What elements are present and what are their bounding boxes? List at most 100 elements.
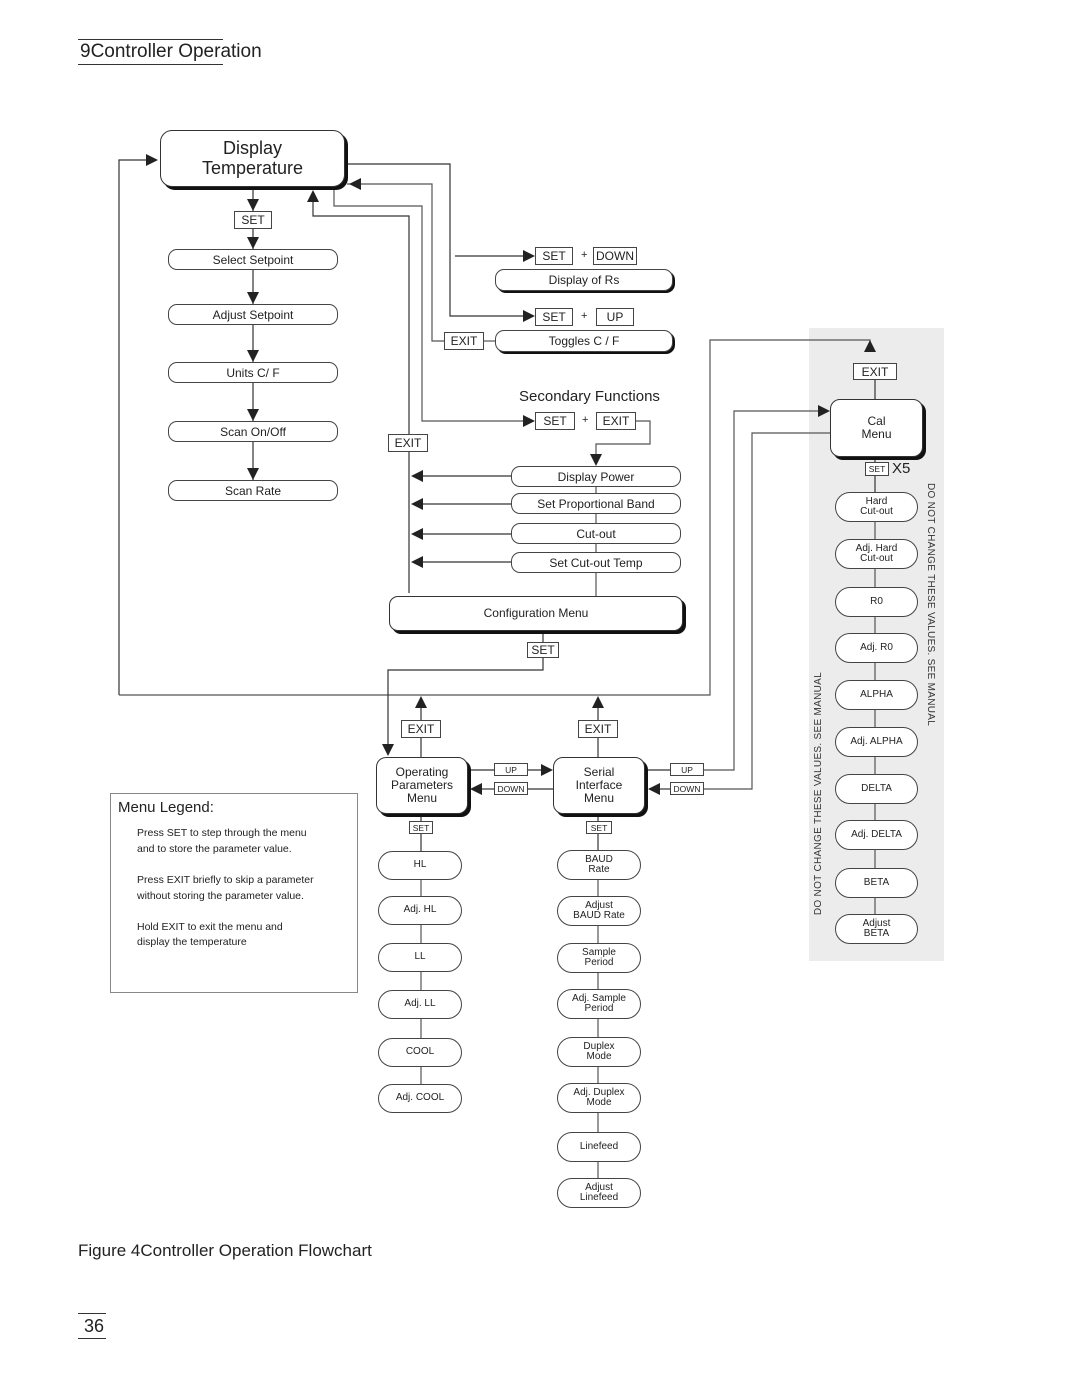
arrowhead [592,696,604,708]
arrowhead [247,292,259,304]
operating-parameter-item: Adj. HL [378,896,462,925]
primary-menu-item: Units C/ F [168,362,338,383]
legend-line: without storing the parameter value. [137,890,304,902]
set-key: SET [409,821,433,834]
primary-menu-item: Adjust Setpoint [168,304,338,325]
down-key: DOWN [593,247,637,265]
configuration-menu-node: Configuration Menu [389,596,683,631]
up-key: UP [494,763,528,776]
exit-key: EXIT [444,332,484,350]
arrowhead [247,350,259,362]
exit-key: EXIT [388,434,428,452]
display-temperature-node: Display Temperature [160,130,345,187]
serial-interface-item: Sample Period [557,943,641,973]
menu-legend-title: Menu Legend: [118,799,214,816]
serial-interface-item: Adj. Sample Period [557,989,641,1019]
arrowhead [146,154,158,166]
arrowhead [523,310,535,322]
operating-parameter-item: COOL [378,1038,462,1067]
set-key: SET [535,412,575,430]
page-number: 36 [84,1316,105,1336]
set-key: SET [535,247,573,265]
serial-interface-item: BAUD Rate [557,850,641,880]
set-key: SET [527,642,559,658]
flowchart-connectors [118,154,876,1178]
secondary-function-item: Set Proportional Band [511,493,681,514]
arrowhead [523,415,535,427]
exit-key: EXIT [578,720,618,738]
serial-interface-item: Adj. Duplex Mode [557,1083,641,1113]
calibration-item: ALPHA [835,680,918,710]
arrowhead [411,498,423,510]
exit-key: EXIT [401,720,441,738]
operating-parameter-item: LL [378,943,462,972]
cal-menu-label: Cal Menu [861,413,892,441]
arrowhead [590,454,602,466]
plus-sign: + [581,249,588,261]
serial-interface-item: Adjust Linefeed [557,1178,641,1208]
primary-menu-item: Scan On/Off [168,421,338,442]
serial-interface-item: Linefeed [557,1132,641,1162]
legend-line: and to store the parameter value. [137,843,292,855]
up-key: UP [596,308,634,326]
serial-interface-menu-label: Serial Interface Menu [575,764,623,806]
serial-interface-item: Adjust BAUD Rate [557,896,641,926]
legend-line: display the temperature [137,936,247,948]
exit-key: EXIT [596,412,636,430]
secondary-function-item: Cut-out [511,523,681,544]
calibration-item: Adjust BETA [835,914,918,944]
plus-sign: + [582,414,589,426]
connector-line [118,159,150,695]
calibration-item: Adj. ALPHA [835,727,918,757]
secondary-function-item: Display Power [511,466,681,487]
secondary-function-item: Set Cut-out Temp [511,552,681,573]
calibration-item: Adj. Hard Cut-out [835,539,918,569]
calibration-item: Adj. R0 [835,633,918,663]
arrowhead [247,199,259,211]
operating-parameter-item: Adj. COOL [378,1084,462,1113]
arrowhead [411,528,423,540]
warning-right: DO NOT CHANGE THESE VALUES. SEE MANUAL [925,483,936,727]
legend-line: Press EXIT briefly to skip a parameter [137,874,314,886]
operating-parameter-item: Adj. LL [378,990,462,1019]
calibration-item: BETA [835,868,918,898]
figure-caption: Figure 4Controller Operation Flowchart [78,1241,372,1260]
display-temperature-line1: Display [222,137,283,158]
operating-parameter-item: HL [378,851,462,880]
arrowhead [382,744,394,756]
times-five-label: X5 [892,460,911,477]
arrowhead [411,556,423,568]
primary-menu-item: Scan Rate [168,480,338,501]
calibration-item: Hard Cut-out [835,492,918,522]
legend-line: Hold EXIT to exit the menu and [137,921,283,933]
display-of-rs-node: Display of Rs [495,269,673,291]
connector-line [704,410,822,771]
toggles-cf-node: Toggles C / F [495,330,673,352]
arrowhead [247,409,259,421]
down-key: DOWN [494,782,528,795]
calibration-item: Adj. DELTA [835,820,918,850]
secondary-functions-title: Secondary Functions [519,388,660,405]
arrowhead [247,237,259,249]
arrowhead [470,783,482,795]
arrowhead [411,470,423,482]
operating-parameters-menu-label: Operating Parameters Menu [390,764,454,806]
legend-line: Press SET to step through the menu [137,827,307,839]
set-key: SET [865,462,889,476]
page-number-rule-bottom [78,1338,106,1339]
arrowhead [864,340,876,352]
connector-line [333,190,527,422]
connector-line [119,339,871,696]
arrowhead [349,178,361,190]
primary-menu-item: Select Setpoint [168,249,338,270]
arrowhead [648,783,660,795]
warning-left: DO NOT CHANGE THESE VALUES. SEE MANUAL [813,672,824,916]
arrowhead [818,405,830,417]
arrowhead [415,696,427,708]
connector-line [704,432,830,790]
cal-menu-node: Cal Menu [830,399,923,457]
set-key: SET [586,821,612,834]
calibration-item: R0 [835,587,918,617]
exit-key: EXIT [853,363,897,380]
calibration-item: DELTA [835,774,918,804]
